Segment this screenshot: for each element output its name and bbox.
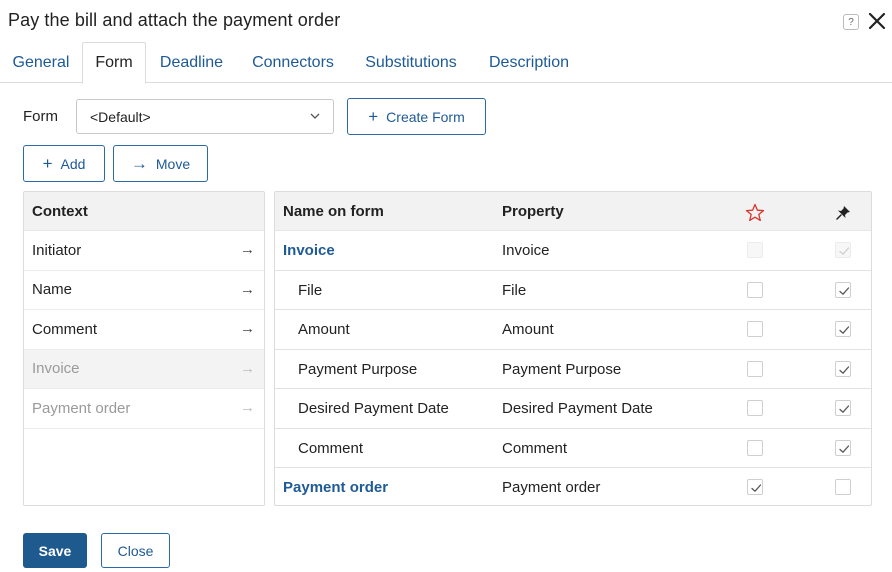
context-item-label: Payment order: [32, 399, 131, 417]
table-row[interactable]: Payment Purpose Payment Purpose: [275, 350, 871, 389]
add-label: Add: [60, 155, 86, 172]
chevron-down-icon: [310, 113, 320, 119]
save-button[interactable]: Save: [23, 533, 87, 568]
group-name-link[interactable]: Invoice: [283, 242, 335, 259]
context-item-label: Initiator: [32, 241, 82, 259]
table-row[interactable]: Amount Amount: [275, 310, 871, 350]
field-property: Comment: [502, 439, 568, 457]
form-label: Form: [23, 108, 58, 125]
group-name-link[interactable]: Payment order: [283, 479, 388, 496]
tab-substitutions[interactable]: Substitutions: [349, 42, 473, 83]
column-header-property: Property: [502, 203, 564, 220]
required-checkbox[interactable]: [747, 439, 763, 456]
create-form-label: Create Form: [386, 108, 465, 125]
table-row[interactable]: File File: [275, 271, 871, 310]
plus-icon: +: [42, 154, 53, 173]
table-header: Name on form Property: [275, 192, 871, 231]
context-header: Context: [24, 192, 264, 231]
close-dialog-button[interactable]: [866, 9, 888, 33]
field-property: Amount: [502, 321, 554, 338]
tab-form[interactable]: Form: [82, 42, 146, 84]
close-button[interactable]: Close: [101, 533, 170, 568]
context-item-label: Comment: [32, 320, 98, 338]
required-checkbox[interactable]: [747, 479, 763, 495]
context-item-invoice: Invoice →: [24, 349, 264, 389]
field-property: Desired Payment Date: [502, 400, 653, 417]
move-button[interactable]: → Move: [113, 145, 208, 182]
add-button[interactable]: + Add: [23, 145, 105, 182]
field-name: Comment: [298, 439, 364, 457]
table-row[interactable]: Comment Comment: [275, 429, 871, 468]
readonly-checkbox[interactable]: [835, 321, 851, 337]
context-item-payment-order: Payment order →: [24, 389, 264, 429]
field-name: Desired Payment Date: [298, 400, 449, 417]
field-name: Amount: [298, 321, 350, 338]
context-item-comment[interactable]: Comment →: [24, 310, 264, 350]
tab-deadline[interactable]: Deadline: [146, 42, 237, 83]
field-name: Payment Purpose: [298, 360, 418, 378]
arrow-right-icon: →: [240, 359, 255, 377]
tab-connectors[interactable]: Connectors: [237, 42, 349, 83]
required-checkbox: [747, 242, 763, 258]
context-panel: Context Initiator → Name → Comment → Inv…: [23, 191, 265, 506]
help-button[interactable]: ?: [843, 14, 859, 30]
context-item-name[interactable]: Name →: [24, 271, 264, 310]
tab-general[interactable]: General: [0, 42, 82, 83]
field-name: File: [298, 281, 323, 299]
required-checkbox[interactable]: [747, 400, 763, 416]
required-checkbox[interactable]: [747, 321, 763, 337]
create-form-button[interactable]: + Create Form: [347, 98, 486, 135]
arrow-right-icon[interactable]: →: [240, 320, 255, 337]
readonly-checkbox[interactable]: [835, 479, 851, 495]
column-header-name: Name on form: [283, 203, 384, 220]
required-checkbox[interactable]: [747, 281, 763, 298]
plus-icon: +: [368, 107, 379, 126]
readonly-checkbox[interactable]: [835, 360, 851, 377]
table-row[interactable]: Payment order Payment order: [275, 468, 871, 505]
help-icon: ?: [848, 16, 854, 28]
required-checkbox[interactable]: [747, 360, 763, 377]
field-property: Invoice: [502, 242, 550, 259]
context-item-label: Name: [32, 281, 73, 299]
form-select[interactable]: <Default>: [76, 99, 334, 134]
arrow-right-icon: →: [240, 399, 255, 416]
arrow-right-icon: →: [130, 154, 148, 173]
context-item-initiator[interactable]: Initiator →: [24, 231, 264, 271]
context-item-label: Invoice: [32, 360, 80, 378]
arrow-right-icon[interactable]: →: [240, 241, 255, 258]
readonly-checkbox[interactable]: [835, 400, 851, 416]
readonly-checkbox[interactable]: [835, 281, 851, 298]
table-row[interactable]: Desired Payment Date Desired Payment Date: [275, 389, 871, 429]
move-label: Move: [155, 155, 191, 172]
dialog-title: Pay the bill and attach the payment orde…: [8, 10, 341, 30]
form-select-value: <Default>: [90, 108, 151, 125]
pin-icon[interactable]: [835, 204, 852, 221]
field-property: File: [502, 281, 527, 299]
close-icon: [868, 12, 886, 30]
readonly-checkbox: [835, 242, 851, 258]
tab-description[interactable]: Description: [473, 42, 585, 83]
arrow-right-icon[interactable]: →: [240, 281, 255, 298]
form-fields-table: Name on form Property Invoice Invoice File…: [274, 191, 872, 506]
field-property: Payment Purpose: [502, 360, 622, 378]
field-property: Payment order: [502, 479, 601, 496]
readonly-checkbox[interactable]: [835, 439, 851, 456]
table-row[interactable]: Invoice Invoice: [275, 231, 871, 271]
star-icon[interactable]: [745, 203, 765, 222]
tab-bar: General Form Deadline Connectors Substit…: [0, 42, 892, 84]
